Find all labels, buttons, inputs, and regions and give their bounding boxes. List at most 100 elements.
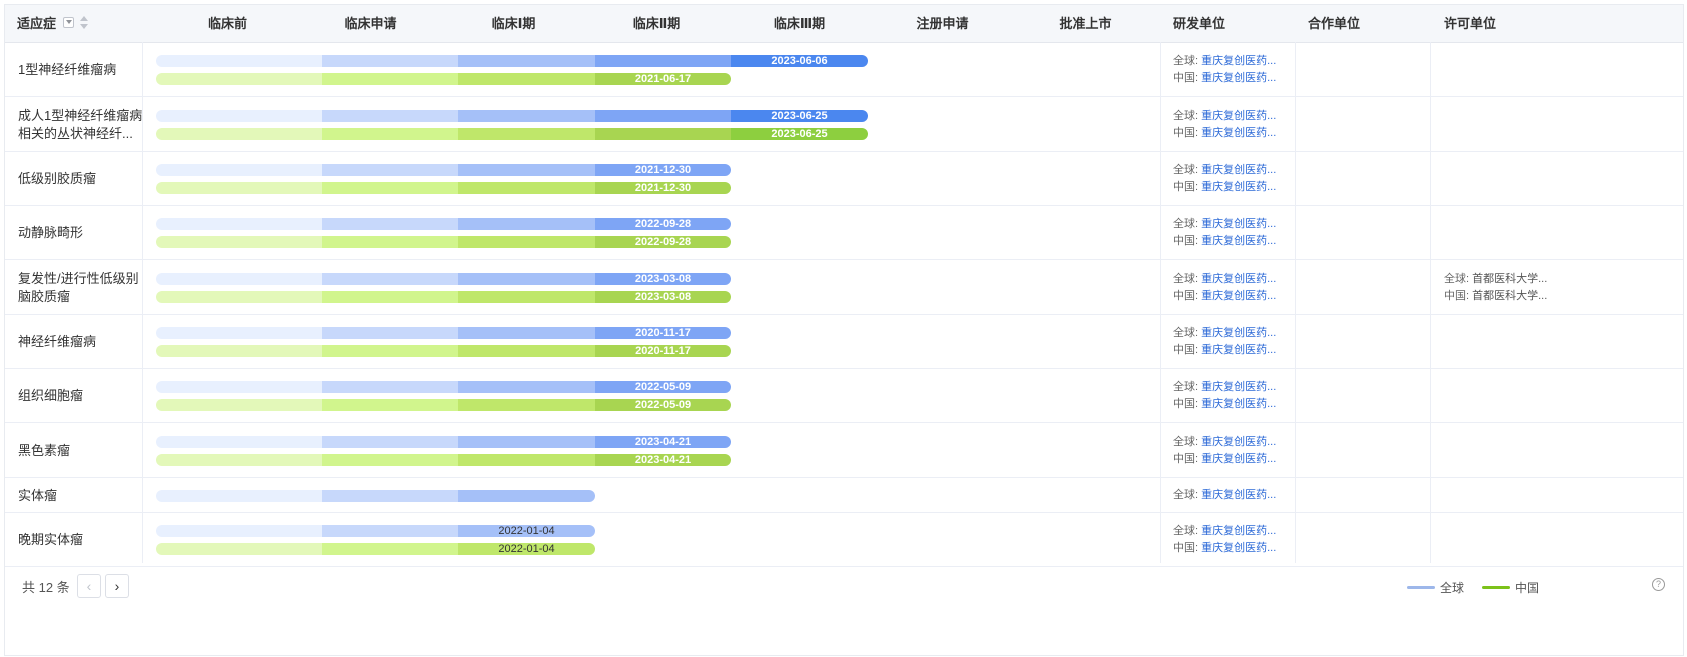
progress-bar-global[interactable]: 2023-06-25: [156, 110, 868, 122]
question-circle-icon[interactable]: ?: [1652, 578, 1665, 591]
region-label: 全球:: [1173, 55, 1199, 67]
region-label: 全球:: [1173, 164, 1199, 176]
progress-bar-global[interactable]: 2020-11-17: [156, 327, 731, 339]
progress-bar-global[interactable]: 2023-06-06: [156, 55, 868, 67]
indication-name[interactable]: 成人1型神经纤维瘤病 相关的丛状神经纤...: [18, 107, 143, 143]
organization-link[interactable]: 重庆复创医药...: [1201, 344, 1276, 356]
indication-line: 组织细胞瘤: [18, 388, 84, 403]
indication-line: 低级别胶质瘤: [18, 171, 97, 186]
region-label: 全球:: [1173, 218, 1199, 230]
organization-link[interactable]: 重庆复创医药...: [1201, 290, 1276, 302]
progress-bar-global[interactable]: 2021-12-30: [156, 164, 731, 176]
progress-segment: [458, 128, 595, 140]
organization-link[interactable]: 重庆复创医药...: [1201, 489, 1276, 501]
table-row: 动静脉畸形 2022-09-28 2022-09-28 全球: 重庆复创医药... 中国…: [5, 206, 1683, 260]
milestone-date: 2022-09-28: [634, 236, 692, 248]
licensor-cell-entry: 中国: 首都医科大学...: [1444, 288, 1547, 305]
progress-bar-china[interactable]: 2022-01-04: [156, 543, 595, 555]
organization-link[interactable]: 重庆复创医药...: [1201, 453, 1276, 465]
milestone-date: 2022-05-09: [634, 399, 692, 411]
organization-link[interactable]: 重庆复创医药...: [1201, 525, 1276, 537]
indication-name[interactable]: 低级别胶质瘤: [18, 170, 143, 188]
progress-segment: [322, 164, 458, 176]
progress-segment: [322, 345, 458, 357]
progress-bar-global[interactable]: 2022-01-04: [156, 525, 595, 537]
indication-name[interactable]: 晚期实体瘤: [18, 531, 143, 549]
progress-segment: [156, 490, 322, 502]
organization-link[interactable]: 重庆复创医药...: [1201, 218, 1276, 230]
legend-china-line: [1482, 586, 1510, 589]
table-row: 神经纤维瘤病 2020-11-17 2020-11-17 全球: 重庆复创医药... 中…: [5, 315, 1683, 369]
progress-segment: [156, 110, 322, 122]
organization-link[interactable]: 重庆复创医药...: [1201, 181, 1276, 193]
indication-name[interactable]: 神经纤维瘤病: [18, 333, 143, 351]
organization-link[interactable]: 重庆复创医药...: [1201, 72, 1276, 84]
organization-link[interactable]: 重庆复创医药...: [1201, 273, 1276, 285]
column-divider: [1160, 42, 1161, 563]
header-phase-3: 临床Ⅲ期: [773, 16, 826, 31]
milestone-date: 2022-01-04: [498, 543, 555, 555]
organization-link[interactable]: 重庆复创医药...: [1201, 381, 1276, 393]
progress-bar-china[interactable]: 2021-06-17: [156, 73, 731, 85]
progress-bar-china[interactable]: 2023-04-21: [156, 454, 731, 466]
filter-icon[interactable]: [63, 17, 74, 28]
organization-link[interactable]: 重庆复创医药...: [1201, 398, 1276, 410]
table-row: 晚期实体瘤 2022-01-04 2022-01-04 全球: 重庆复创医药... 中国…: [5, 513, 1683, 567]
indication-name[interactable]: 组织细胞瘤: [18, 387, 143, 405]
indication-name[interactable]: 黑色素瘤: [18, 442, 143, 460]
progress-bar-china[interactable]: 2023-06-25: [156, 128, 868, 140]
header-indication[interactable]: 适应症: [17, 5, 56, 42]
organization-link[interactable]: 重庆复创医药...: [1201, 127, 1276, 139]
progress-bar-china[interactable]: 2022-09-28: [156, 236, 731, 248]
region-label: 全球:: [1173, 436, 1199, 448]
prev-page-button[interactable]: ‹: [77, 574, 101, 598]
region-label: 全球:: [1173, 110, 1199, 122]
header-phase-1: 临床Ⅰ期: [491, 16, 536, 31]
organization-link[interactable]: 重庆复创医药...: [1201, 55, 1276, 67]
milestone-date: 2023-06-25: [771, 110, 828, 122]
developer-cell: 全球: 重庆复创医药... 中国: 重庆复创医药...: [1173, 271, 1276, 305]
progress-segment: [595, 55, 731, 67]
developer-cell-entry: 全球: 重庆复创医药...: [1173, 162, 1276, 179]
organization-link[interactable]: 重庆复创医药...: [1201, 110, 1276, 122]
progress-bar-global[interactable]: 2023-04-21: [156, 436, 731, 448]
progress-bar-china[interactable]: 2020-11-17: [156, 345, 731, 357]
organization-link[interactable]: 重庆复创医药...: [1201, 235, 1276, 247]
column-divider: [1430, 42, 1431, 563]
progress-bar-china[interactable]: 2023-03-08: [156, 291, 731, 303]
indication-name[interactable]: 复发性/进行性低级别 脑胶质瘤: [18, 270, 143, 306]
indication-name[interactable]: 动静脉畸形: [18, 224, 143, 242]
progress-bar-global[interactable]: 2023-03-08: [156, 273, 731, 285]
indication-name[interactable]: 1型神经纤维瘤病: [18, 61, 143, 79]
progress-segment: [156, 182, 322, 194]
indication-line: 相关的丛状神经纤...: [18, 126, 133, 141]
developer-cell-entry: 全球: 重庆复创医药...: [1173, 325, 1276, 342]
progress-bar-global[interactable]: 2022-05-09: [156, 381, 731, 393]
progress-segment: [458, 218, 595, 230]
progress-segment: [156, 55, 322, 67]
organization-link[interactable]: 重庆复创医药...: [1201, 436, 1276, 448]
milestone-date: 2021-06-17: [634, 73, 692, 85]
progress-segment: [595, 110, 731, 122]
progress-segment: [458, 345, 595, 357]
progress-bar-global[interactable]: 2022-09-28: [156, 218, 731, 230]
next-page-button[interactable]: ›: [105, 574, 129, 598]
organization-link[interactable]: 重庆复创医药...: [1201, 542, 1276, 554]
header-phase-preclinical: 临床前: [207, 16, 247, 31]
organization-link[interactable]: 重庆复创医药...: [1201, 327, 1276, 339]
sort-icon[interactable]: [80, 16, 88, 30]
progress-segment: [458, 110, 595, 122]
indication-line: 动静脉畸形: [18, 225, 84, 240]
progress-bar-china[interactable]: 2021-12-30: [156, 182, 731, 194]
organization-link[interactable]: 重庆复创医药...: [1201, 164, 1276, 176]
milestone-date: 2020-11-17: [635, 345, 691, 357]
pipeline-table: 适应症 临床前 临床申请 临床Ⅰ期 临床Ⅱ期 临床Ⅲ期 注册申请 批准上市 研发…: [4, 4, 1684, 656]
progress-segment: [322, 182, 458, 194]
milestone-date: 2023-04-21: [634, 436, 692, 448]
progress-segment: [156, 73, 322, 85]
progress-bar-global[interactable]: [156, 490, 595, 502]
region-label: 中国:: [1173, 398, 1199, 410]
progress-bar-china[interactable]: 2022-05-09: [156, 399, 731, 411]
header-phase-2: 临床Ⅱ期: [632, 16, 681, 31]
indication-name[interactable]: 实体瘤: [18, 487, 143, 505]
